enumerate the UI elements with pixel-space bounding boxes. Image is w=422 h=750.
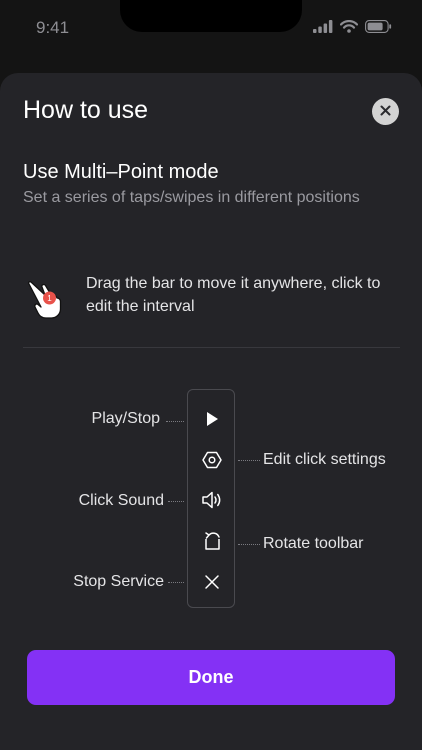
rotate-icon [201, 530, 223, 552]
leader-line-rotate [238, 544, 260, 545]
wifi-icon [339, 20, 359, 38]
speaker-icon [201, 489, 223, 511]
mode-title: Use Multi–Point mode [23, 161, 219, 183]
label-rotate-toolbar: Rotate toolbar [263, 535, 364, 552]
device-notch [120, 0, 302, 32]
system-icons [313, 20, 392, 38]
hexagon-settings-icon [201, 449, 223, 471]
label-click-sound: Click Sound [78, 492, 164, 509]
battery-icon [365, 20, 392, 38]
play-icon [201, 408, 223, 430]
label-edit-click-settings: Edit click settings [263, 451, 386, 468]
drag-tip-text: Drag the bar to move it anywhere, click … [86, 275, 381, 315]
status-time: 9:41 [36, 18, 70, 37]
label-play-stop: Play/Stop [91, 410, 160, 427]
cellular-signal-icon [313, 20, 333, 38]
floating-toolbar [187, 389, 235, 608]
leader-line-edit [238, 460, 260, 461]
section-divider [23, 347, 400, 348]
leader-line-play [166, 421, 184, 422]
hand-badge-number: 1 [47, 294, 52, 303]
close-icon [380, 103, 391, 121]
how-to-use-sheet: How to use Use Multi–Point mode Set a se… [0, 73, 422, 750]
done-button[interactable]: Done [27, 650, 395, 705]
label-stop-service: Stop Service [73, 573, 164, 590]
mode-description: Set a series of taps/swipes in different… [23, 189, 360, 206]
hand-tap-icon: 1 [25, 278, 69, 322]
close-button[interactable] [372, 98, 399, 125]
close-icon [201, 571, 223, 593]
leader-line-sound [168, 501, 184, 502]
status-bar: 9:41 [0, 0, 422, 60]
leader-line-stop [168, 582, 184, 583]
sheet-title: How to use [23, 96, 149, 124]
